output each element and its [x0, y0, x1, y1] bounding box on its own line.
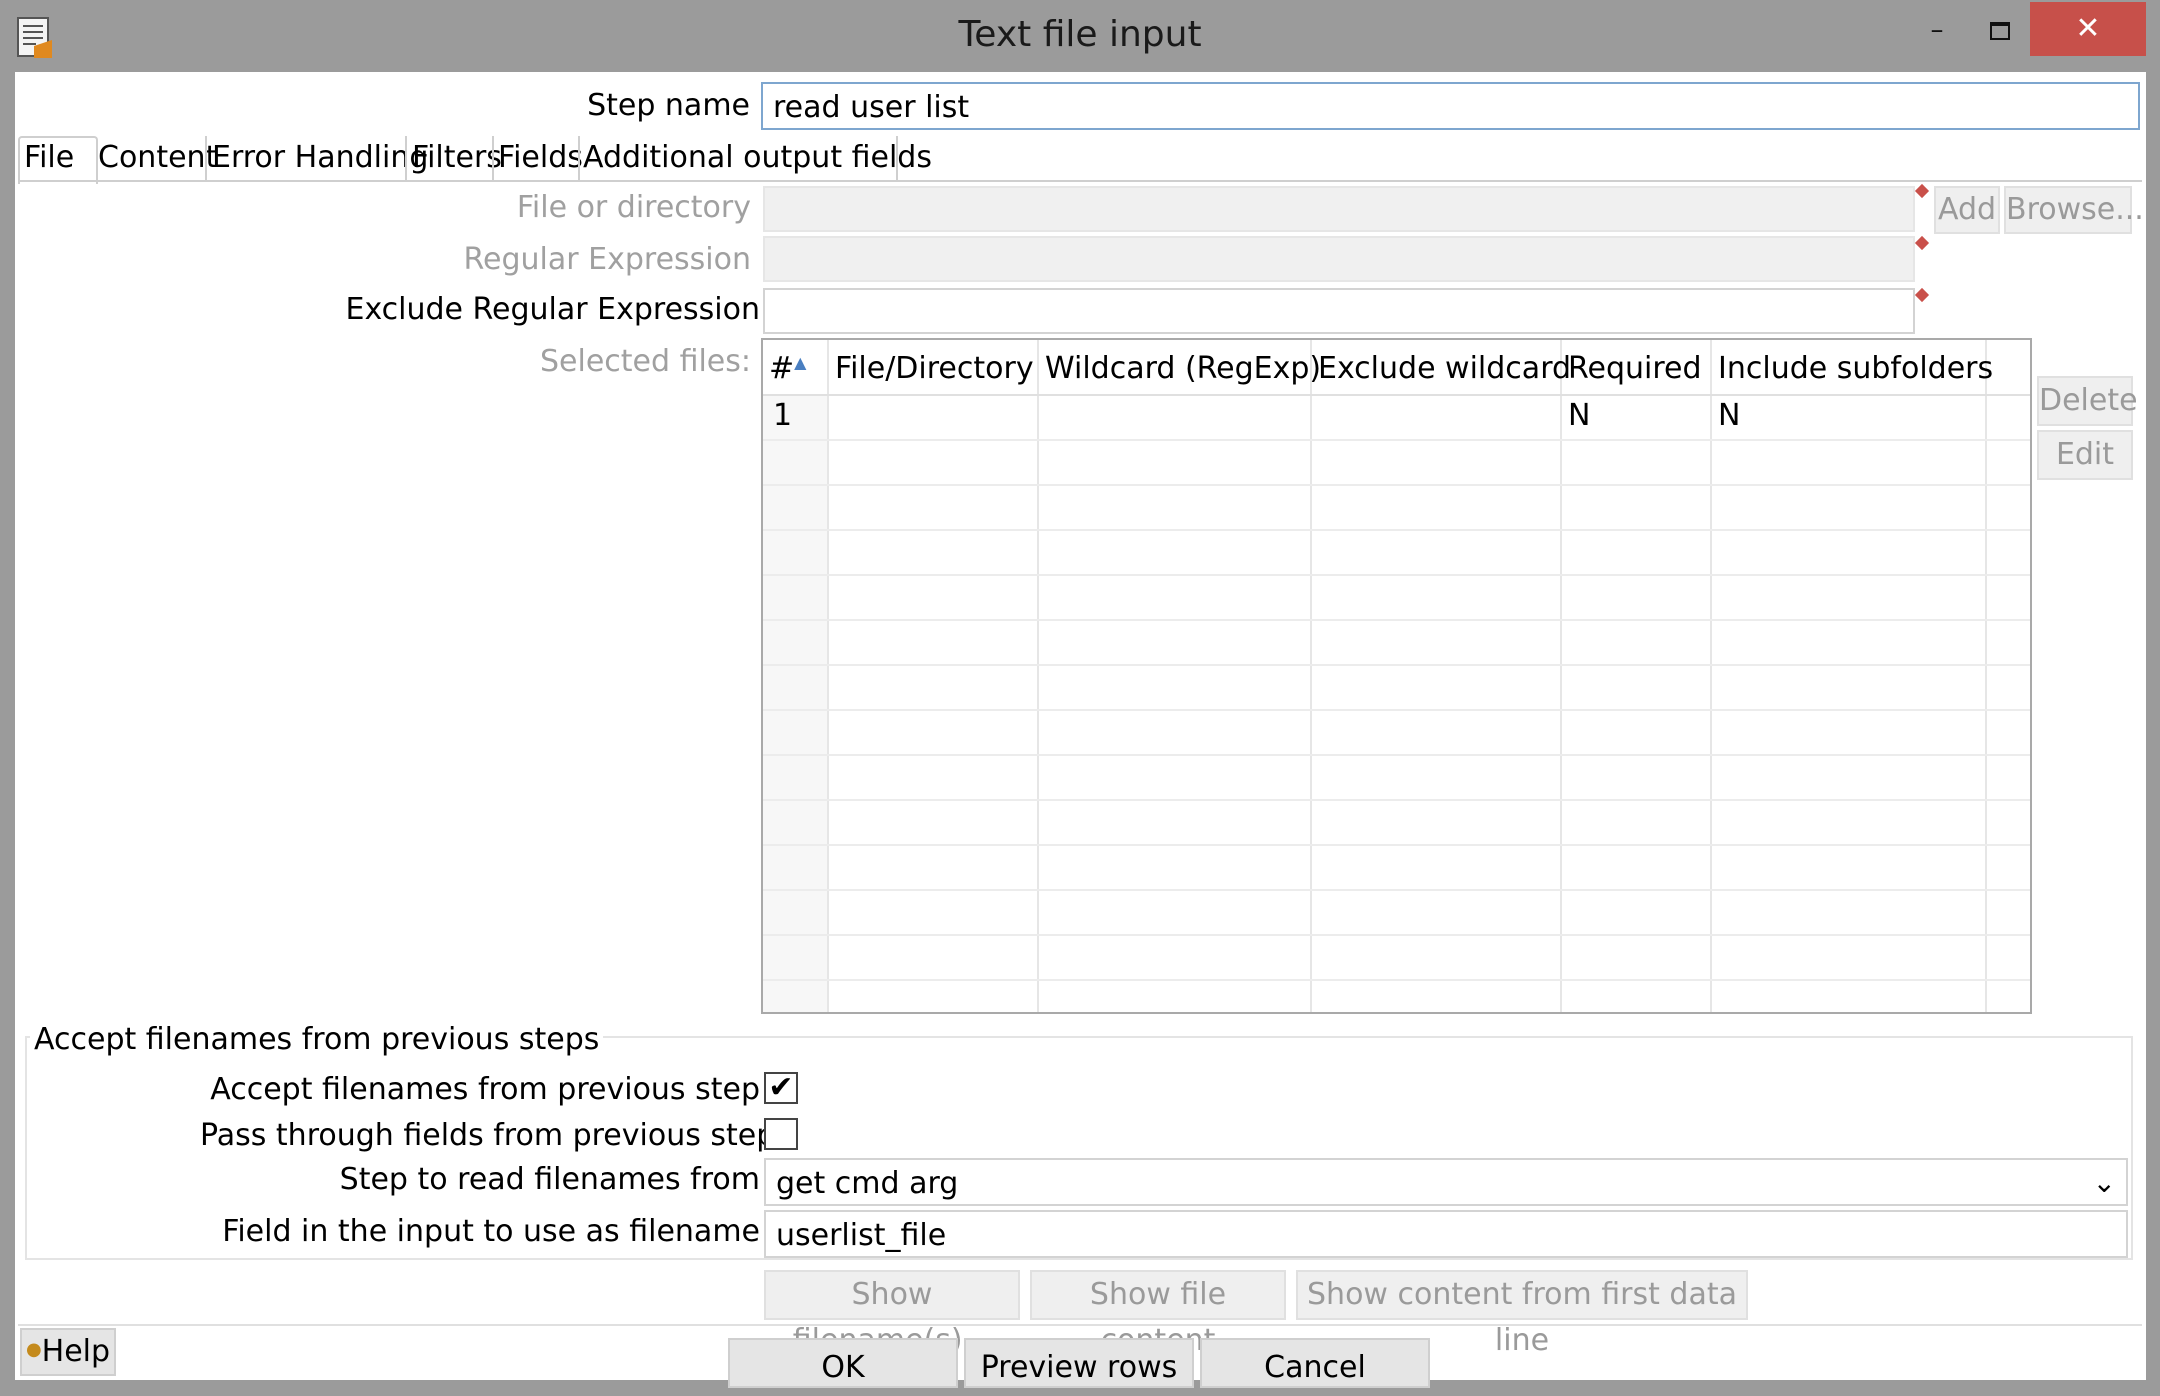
row-divider — [763, 619, 2030, 621]
delete-button[interactable]: Delete — [2037, 376, 2138, 426]
tab-bar-border — [18, 180, 2142, 182]
row-number-column — [763, 394, 827, 1012]
footer-divider — [18, 1324, 2142, 1326]
exclude-regular-expression-input[interactable] — [763, 288, 1915, 334]
row-divider — [763, 484, 2030, 486]
show-content-first-line-button[interactable]: Show content from first data line — [1296, 1270, 1748, 1358]
sort-ascending-icon: ▲ — [794, 353, 807, 372]
column-divider — [1560, 340, 1562, 1012]
maximize-icon — [1990, 22, 2010, 40]
file-or-directory-label: File or directory — [516, 190, 751, 225]
help-icon: ● — [25, 1339, 42, 1360]
step-name-input[interactable]: read user list — [761, 82, 2140, 130]
step-to-read-filenames-value: get cmd arg — [776, 1166, 959, 1201]
preview-rows-button[interactable]: Preview rows — [964, 1338, 1194, 1388]
help-button[interactable]: ●Help — [20, 1328, 116, 1376]
row-divider — [763, 979, 2030, 981]
column-divider — [1310, 340, 1312, 1012]
browse-button[interactable]: Browse... — [2004, 186, 2144, 234]
ok-button[interactable]: OK — [728, 1338, 958, 1388]
show-filenames-button[interactable]: Show filename(s)... — [764, 1270, 1020, 1358]
window-title: Text file input — [958, 14, 1202, 55]
table-cell-required[interactable]: N — [1568, 398, 1590, 433]
row-divider — [763, 754, 2030, 756]
row-divider — [763, 439, 2030, 441]
step-name-label: Step name — [587, 88, 750, 123]
table-cell-number[interactable]: 1 — [773, 398, 792, 433]
row-divider — [763, 934, 2030, 936]
row-divider — [763, 844, 2030, 846]
row-divider — [763, 529, 2030, 531]
field-in-input-label: Field in the input to use as filename — [222, 1214, 760, 1249]
selected-files-label: Selected files: — [539, 344, 751, 379]
column-header-file-directory[interactable]: File/Directory — [829, 340, 1037, 394]
add-button[interactable]: Add — [1934, 186, 2000, 234]
accept-filenames-checkbox[interactable]: ✔ — [764, 1072, 798, 1104]
row-divider — [763, 709, 2030, 711]
title-bar[interactable]: Text file input – ✕ — [0, 0, 2160, 72]
tab-additional-output-fields[interactable]: Additional output fields — [583, 140, 932, 180]
table-cell-subfolders[interactable]: N — [1718, 398, 1740, 433]
column-header-include-subfolders[interactable]: Include subfolders — [1712, 340, 1993, 394]
cancel-button[interactable]: Cancel — [1200, 1338, 1430, 1388]
column-divider — [827, 340, 829, 1012]
tab-separator — [578, 136, 580, 180]
row-divider — [763, 889, 2030, 891]
pass-through-fields-checkbox[interactable] — [764, 1118, 798, 1150]
tab-file[interactable]: File — [24, 140, 74, 180]
accept-filenames-label: Accept filenames from previous step — [210, 1072, 760, 1107]
field-in-input-input[interactable]: userlist_file — [764, 1210, 2128, 1258]
edit-button[interactable]: Edit — [2037, 430, 2133, 480]
show-file-content-button[interactable]: Show file content — [1030, 1270, 1286, 1358]
tab-separator — [205, 136, 207, 180]
row-divider — [763, 664, 2030, 666]
row-divider — [763, 574, 2030, 576]
tab-fields[interactable]: Fields — [498, 140, 583, 180]
tab-separator — [405, 136, 407, 180]
chevron-down-icon[interactable]: ⌄ — [2093, 1166, 2116, 1199]
maximize-button[interactable] — [1968, 8, 2030, 56]
close-button[interactable]: ✕ — [2030, 2, 2146, 56]
column-divider — [1985, 340, 1987, 1012]
tab-separator — [896, 136, 898, 180]
tab-filters[interactable]: Filters — [412, 140, 502, 180]
column-header-wildcard[interactable]: Wildcard (RegExp) — [1039, 340, 1321, 394]
row-divider — [763, 799, 2030, 801]
column-divider — [1710, 340, 1712, 1012]
accept-filenames-group-title: Accept filenames from previous steps — [30, 1022, 604, 1057]
selected-files-table[interactable]: #▲ File/Directory Wildcard (RegExp) Excl… — [761, 338, 2032, 1014]
regular-expression-label: Regular Expression — [463, 242, 751, 277]
regular-expression-input[interactable] — [763, 236, 1915, 282]
file-or-directory-input[interactable] — [763, 186, 1915, 232]
column-divider — [1037, 340, 1039, 1012]
minimize-button[interactable]: – — [1906, 8, 1968, 56]
column-header-required[interactable]: Required — [1562, 340, 1710, 394]
step-to-read-filenames-select[interactable]: get cmd arg ⌄ — [764, 1158, 2128, 1206]
pass-through-fields-label: Pass through fields from previous step — [200, 1118, 776, 1153]
exclude-regular-expression-label: Exclude Regular Expression — [345, 292, 760, 327]
header-divider — [763, 394, 2030, 396]
tab-error-handling[interactable]: Error Handling — [212, 140, 428, 180]
tab-separator — [492, 136, 494, 180]
step-to-read-filenames-label: Step to read filenames from — [339, 1162, 760, 1197]
column-header-exclude-wildcard[interactable]: Exclude wildcard — [1312, 340, 1571, 394]
tab-content[interactable]: Content — [98, 140, 217, 180]
column-header-number[interactable]: #▲ — [763, 340, 827, 394]
